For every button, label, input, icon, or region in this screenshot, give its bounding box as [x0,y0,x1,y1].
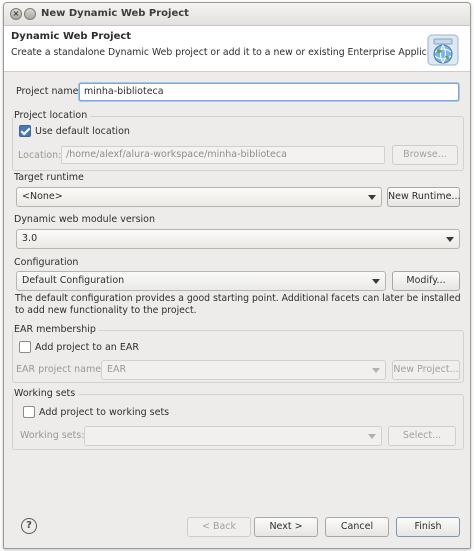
modify-button[interactable]: Modify... [392,271,460,291]
use-default-location-label[interactable]: Use default location [35,126,130,137]
title-bar[interactable]: × New Dynamic Web Project [4,3,470,26]
chevron-down-icon [446,237,454,242]
chevron-down-icon [372,279,380,284]
ear-project-value: EAR [107,364,127,375]
location-label: Location: [18,150,62,161]
finish-button[interactable]: Finish [396,517,460,537]
wizard-header: Dynamic Web Project Create a standalone … [4,26,470,72]
module-version-title: Dynamic web module version [14,214,155,225]
project-name-input[interactable]: minha-biblioteca [79,83,459,101]
add-to-ear-label[interactable]: Add project to an EAR [35,342,139,353]
new-ear-project-button[interactable]: New Project... [392,360,460,380]
window-title: New Dynamic Web Project [41,8,189,19]
working-sets-title: Working sets [14,388,79,399]
target-runtime-select[interactable]: <None> [16,187,382,207]
module-version-select[interactable]: 3.0 [16,229,460,249]
target-runtime-title: Target runtime [14,172,84,183]
ear-project-select[interactable]: EAR [101,360,386,380]
next-button[interactable]: Next > [254,517,318,537]
maximize-window-button[interactable] [24,8,36,20]
dialog-window: × New Dynamic Web Project Dynamic Web Pr… [3,2,471,549]
add-to-working-sets-label[interactable]: Add project to working sets [39,407,169,418]
cancel-button[interactable]: Cancel [325,517,389,537]
project-name-label: Project name: [16,86,82,97]
ear-project-name-label: EAR project name: [16,364,105,375]
help-icon[interactable]: ? [21,518,37,534]
page-title: Dynamic Web Project [11,31,132,42]
close-window-button[interactable]: × [10,8,22,20]
configuration-description: The default configuration provides a goo… [15,293,461,316]
back-button[interactable]: < Back [187,517,251,537]
use-default-location-checkbox[interactable] [19,125,31,137]
module-version-value: 3.0 [22,233,38,244]
chevron-down-icon [368,434,376,439]
ear-membership-title: EAR membership [14,324,99,335]
target-runtime-value: <None> [22,191,63,202]
new-runtime-button[interactable]: New Runtime... [387,187,460,207]
project-location-title: Project location [14,110,91,121]
add-to-working-sets-checkbox[interactable] [23,406,35,418]
location-input[interactable]: /home/alexf/alura-workspace/minha-biblio… [61,146,385,164]
configuration-select[interactable]: Default Configuration [16,271,386,291]
working-sets-select[interactable] [84,426,382,446]
configuration-title: Configuration [14,257,79,268]
configuration-value: Default Configuration [22,275,125,286]
chevron-down-icon [372,368,380,373]
add-to-ear-checkbox[interactable] [19,341,31,353]
select-working-sets-button[interactable]: Select... [388,426,456,446]
browse-button[interactable]: Browse... [392,145,458,165]
web-project-globe-icon [427,34,459,66]
working-sets-label: Working sets: [20,430,85,441]
page-description: Create a standalone Dynamic Web project … [11,47,454,58]
chevron-down-icon [368,195,376,200]
